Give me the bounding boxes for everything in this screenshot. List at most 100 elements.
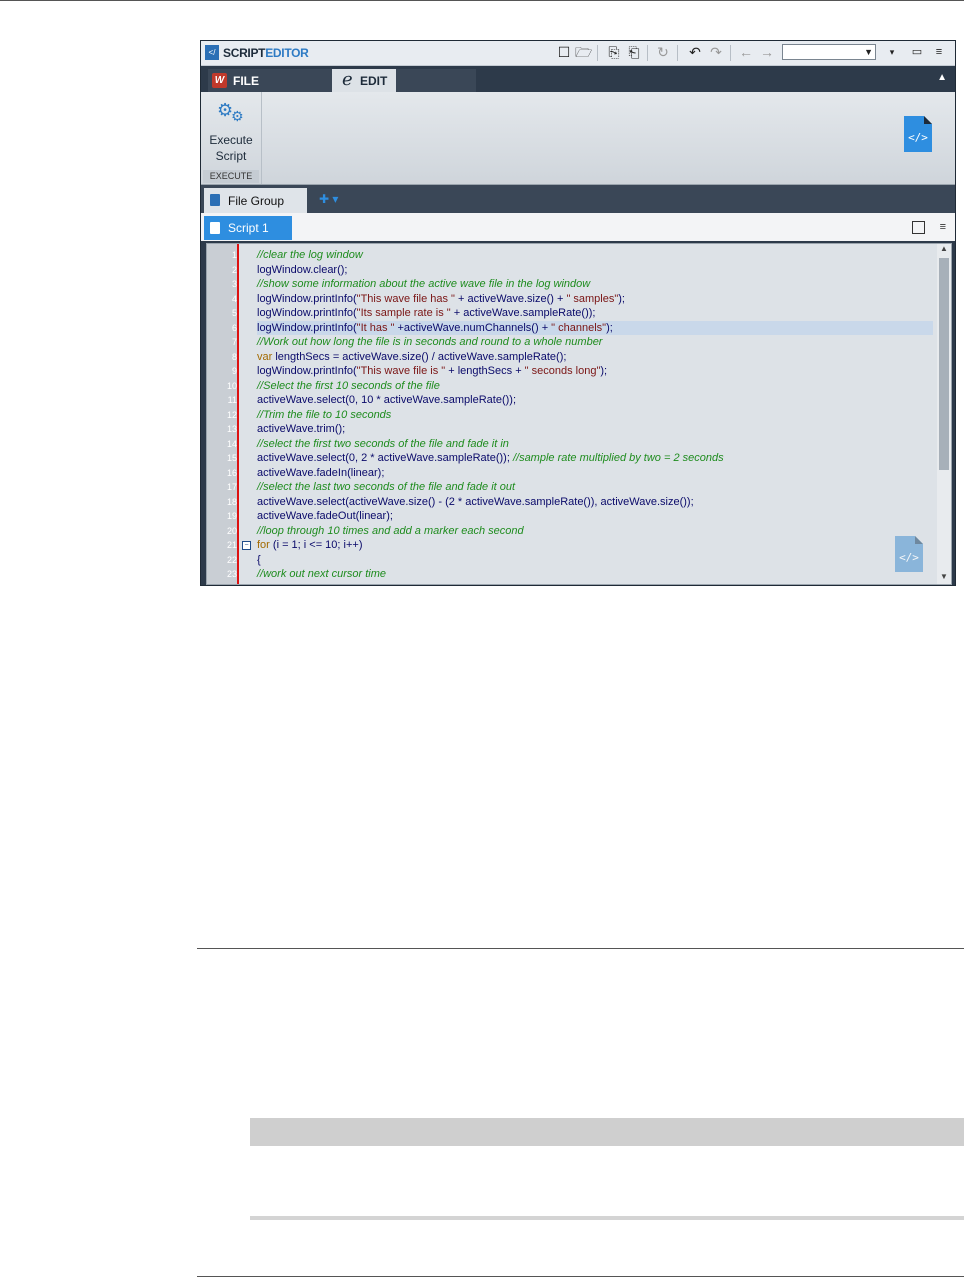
maximize-icon[interactable] bbox=[912, 221, 925, 234]
navigation-combo[interactable]: ▼ bbox=[782, 44, 876, 60]
code-text: //Select the first 10 seconds of the fil… bbox=[257, 379, 440, 392]
code-line[interactable]: 10 //Select the first 10 seconds of the f… bbox=[227, 379, 933, 394]
tab-list-icon[interactable]: ≡ bbox=[940, 221, 946, 233]
code-line[interactable]: 13 activeWave.trim(); bbox=[227, 422, 933, 437]
script-editor-window: </ SCRIPTEDITOR ☐ 🗁 ⎘ ⎗ ↻ ↶ ↷ ← → ▼ ▾ ▭ … bbox=[200, 40, 956, 586]
layout-icon[interactable]: ≡ bbox=[931, 44, 947, 61]
code-line[interactable]: 19 activeWave.fadeOut(linear); bbox=[227, 509, 933, 524]
code-text: logWindow.printInfo("This wave file is "… bbox=[257, 365, 608, 377]
code-line[interactable]: 18 activeWave.select(activeWave.size() - … bbox=[227, 495, 933, 510]
code-line[interactable]: 14 //select the first two seconds of the … bbox=[227, 437, 933, 452]
collapse-ribbon-icon[interactable]: ▲ bbox=[937, 72, 947, 83]
code-text: for (i = 1; i <= 10; i++) bbox=[257, 539, 363, 551]
file-group-tab-row: File Group ✚ ▾ bbox=[201, 185, 955, 213]
code-line[interactable]: 3 //show some information about the activ… bbox=[232, 277, 933, 292]
code-line[interactable]: 6 logWindow.printInfo("It has " +activeWa… bbox=[232, 320, 933, 335]
line-number: 23 bbox=[226, 569, 237, 579]
code-line[interactable]: 22 { bbox=[227, 553, 933, 568]
line-number: 17 bbox=[226, 482, 237, 492]
dropdown-icon: ▼ bbox=[864, 47, 873, 57]
code-text: activeWave.select(0, 10 * activeWave.sam… bbox=[257, 394, 516, 406]
code-text: //select the last two seconds of the fil… bbox=[257, 481, 516, 493]
open-folder-icon[interactable]: 🗁 bbox=[575, 44, 592, 61]
toolbar-separator bbox=[597, 45, 598, 61]
line-number: 15 bbox=[226, 453, 237, 463]
top-rule bbox=[0, 0, 964, 1]
line-number: 1 bbox=[231, 250, 237, 260]
code-text: logWindow.printInfo("This wave file has … bbox=[257, 292, 625, 305]
toolbar-separator bbox=[730, 45, 731, 61]
code-text: //Work out how long the file is in secon… bbox=[257, 336, 603, 348]
paste-special-icon[interactable]: ⎗ bbox=[626, 44, 642, 61]
line-number: 22 bbox=[226, 554, 237, 565]
code-line[interactable]: 11 activeWave.select(0, 10 * activeWave.s… bbox=[228, 393, 933, 408]
line-number: 5 bbox=[231, 308, 237, 318]
code-line[interactable]: 7 //Work out how long the file is in seco… bbox=[232, 335, 933, 350]
code-line[interactable]: 9 logWindow.printInfo("This wave file is … bbox=[232, 364, 933, 379]
line-number: 3 bbox=[231, 279, 237, 289]
scroll-down-icon[interactable]: ▼ bbox=[937, 572, 951, 584]
code-line[interactable]: 2 logWindow.clear(); bbox=[232, 263, 933, 278]
code-text: logWindow.printInfo("Its sample rate is … bbox=[257, 307, 596, 319]
code-area[interactable]: 1 //clear the log window 2 logWindow.clear(… bbox=[227, 248, 933, 582]
code-line[interactable]: 1 //clear the log window bbox=[232, 248, 933, 263]
wavelab-logo-icon: W bbox=[212, 73, 227, 88]
forward-arrow-icon[interactable]: → bbox=[759, 44, 775, 61]
script-editor-logo-icon: </ bbox=[205, 45, 219, 60]
line-number: 19 bbox=[226, 511, 237, 521]
code-text: logWindow.clear(); bbox=[257, 263, 348, 276]
tab-file-group[interactable]: File Group bbox=[204, 188, 307, 213]
line-number: 6 bbox=[231, 322, 237, 333]
code-line[interactable]: 17 //select the last two seconds of the f… bbox=[227, 480, 933, 495]
fold-toggle-icon[interactable]: − bbox=[242, 541, 251, 550]
scroll-thumb[interactable] bbox=[939, 258, 949, 470]
code-text: //show some information about the active… bbox=[257, 278, 591, 290]
ribbon-panel: ⚙ ⚙ Execute Script EXECUTE </> bbox=[201, 92, 955, 185]
code-text: //loop through 10 times and add a marker… bbox=[257, 524, 524, 537]
code-line[interactable]: 20 //loop through 10 times and add a mark… bbox=[227, 524, 933, 539]
execute-script-label: Execute Script bbox=[209, 133, 253, 163]
redo-icon[interactable]: ↷ bbox=[708, 44, 724, 61]
code-line[interactable]: 23 //work out next cursor time bbox=[227, 567, 933, 582]
minimize-icon[interactable]: ▭ bbox=[909, 44, 925, 61]
line-number: 18 bbox=[226, 496, 237, 507]
code-line[interactable]: 4 logWindow.printInfo("This wave file has… bbox=[232, 292, 933, 307]
execute-script-button[interactable]: ⚙ ⚙ Execute Script EXECUTE bbox=[201, 92, 262, 184]
add-tab-icon[interactable]: ✚ ▾ bbox=[319, 192, 338, 206]
script-file-icon bbox=[210, 222, 220, 234]
code-line[interactable]: 12 //Trim the file to 10 seconds bbox=[227, 408, 933, 423]
script-doc-icon: </> bbox=[904, 116, 932, 152]
new-file-icon[interactable]: ☐ bbox=[556, 44, 572, 61]
app-title: SCRIPTEDITOR bbox=[223, 46, 309, 60]
back-arrow-icon[interactable]: ← bbox=[738, 44, 754, 61]
code-line[interactable]: 21− for (i = 1; i <= 10; i++) bbox=[227, 538, 933, 553]
line-number: 16 bbox=[226, 467, 237, 478]
svg-text:</>: </> bbox=[899, 551, 919, 564]
code-line[interactable]: 16 activeWave.fadeIn(linear); bbox=[227, 466, 933, 481]
code-text: activeWave.fadeOut(linear); bbox=[257, 510, 393, 522]
customize-dropdown-icon[interactable]: ▾ bbox=[884, 44, 900, 61]
vertical-scrollbar[interactable]: ▲ ▼ bbox=[937, 244, 951, 584]
code-line[interactable]: 5 logWindow.printInfo("Its sample rate is… bbox=[232, 306, 933, 321]
code-line[interactable]: 8 var lengthSecs = activeWave.size() / ac… bbox=[232, 350, 933, 365]
scroll-up-icon[interactable]: ▲ bbox=[937, 244, 951, 256]
undo-icon[interactable]: ↶ bbox=[687, 44, 703, 61]
paste-icon[interactable]: ⎘ bbox=[606, 44, 622, 61]
tab-file[interactable]: W FILE bbox=[208, 69, 332, 92]
refresh-icon[interactable]: ↻ bbox=[655, 44, 671, 61]
line-number: 20 bbox=[226, 525, 237, 536]
gray-rule bbox=[250, 1216, 964, 1220]
toolbar-separator bbox=[647, 45, 648, 61]
margin-line bbox=[237, 244, 239, 584]
code-editor[interactable]: 1 //clear the log window 2 logWindow.clear(… bbox=[206, 243, 952, 585]
svg-text:</>: </> bbox=[908, 131, 928, 144]
code-text: activeWave.trim(); bbox=[257, 423, 346, 435]
code-text: //Trim the file to 10 seconds bbox=[257, 408, 392, 421]
tab-edit[interactable]: e EDIT bbox=[332, 69, 396, 92]
line-number: 9 bbox=[231, 366, 237, 376]
toolbar-separator bbox=[677, 45, 678, 61]
tab-script-1[interactable]: Script 1 bbox=[204, 216, 292, 240]
code-line[interactable]: 15 activeWave.select(0, 2 * activeWave.sa… bbox=[227, 451, 933, 466]
ribbon-tab-row: W FILE e EDIT ▲ bbox=[201, 66, 955, 92]
code-text: //select the first two seconds of the fi… bbox=[257, 437, 509, 450]
